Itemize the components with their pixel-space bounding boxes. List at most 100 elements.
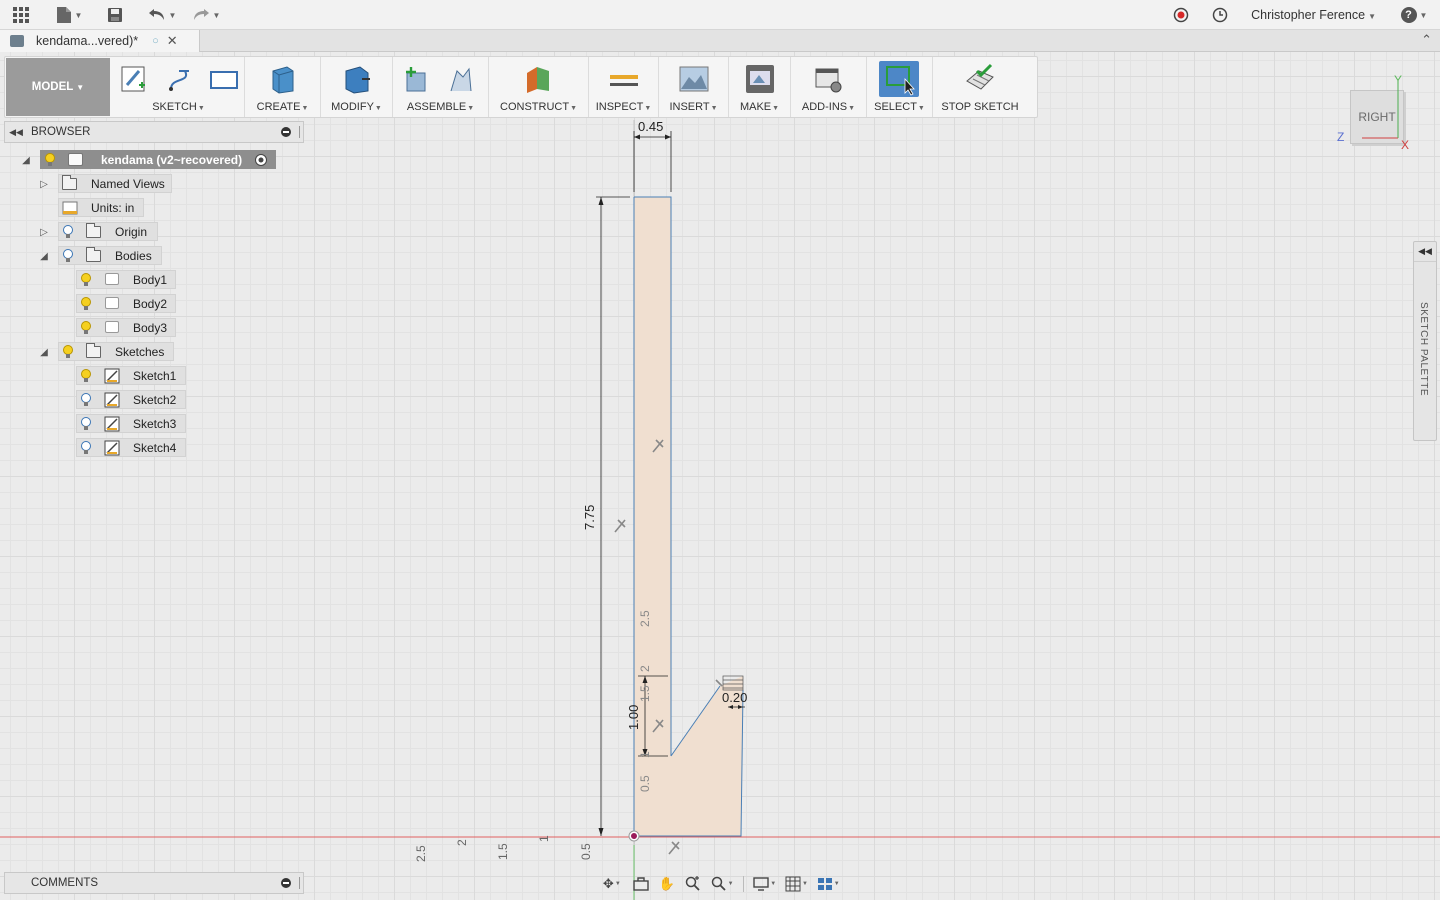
workspace-switcher[interactable]: MODEL ▼ [6, 58, 110, 116]
sketch-palette-label: SKETCH PALETTE [1418, 302, 1429, 397]
axis-x-label: X [1401, 138, 1410, 152]
pan-icon[interactable]: ✋ [656, 874, 678, 894]
extrude-icon[interactable] [267, 63, 297, 95]
ruler-v-label: 2.5 [638, 610, 652, 627]
expand-sketches-icon[interactable]: ◢ [38, 346, 50, 358]
tree-sketch-item[interactable]: Sketch2 [76, 390, 186, 409]
lightbulb-icon[interactable] [80, 297, 92, 311]
lightbulb-icon[interactable] [80, 369, 92, 383]
add-comment-icon[interactable] [281, 878, 291, 888]
expand-root-icon[interactable]: ◢ [20, 154, 32, 166]
new-component-icon[interactable] [401, 63, 431, 95]
look-at-icon[interactable] [630, 874, 652, 894]
modify-group-label: MODIFY [331, 101, 374, 113]
lightbulb-off-icon[interactable] [80, 417, 92, 431]
dim-tip-width-label: 0.20 [722, 690, 747, 705]
lightbulb-icon[interactable] [44, 153, 56, 167]
line-tool-icon[interactable] [165, 63, 195, 95]
addins-group[interactable]: ADD-INS▼ [791, 57, 867, 117]
sketch-icon [104, 440, 120, 456]
expand-palette-icon[interactable]: ◀◀ [1414, 242, 1436, 262]
tree-sketches[interactable]: Sketches [58, 342, 174, 361]
insert-image-icon[interactable] [679, 63, 709, 95]
inspect-group[interactable]: INSPECT▼ [589, 57, 659, 117]
orbit-icon[interactable]: ✥ ▼ [598, 874, 626, 894]
viewports-icon[interactable]: ▼ [814, 874, 842, 894]
sketch-label: Sketch2 [133, 392, 177, 407]
browser-title: BROWSER [31, 126, 91, 138]
tree-sketch-item[interactable]: Sketch3 [76, 414, 186, 433]
offset-plane-icon[interactable] [523, 63, 553, 95]
body-icon [105, 273, 119, 285]
ruler-v-label: 1 [638, 751, 652, 758]
expand-origin-icon[interactable]: ▷ [38, 226, 50, 238]
insert-group[interactable]: INSERT▼ [659, 57, 729, 117]
stop-sketch-group[interactable]: STOP SKETCH [933, 57, 1027, 117]
activate-radio-icon[interactable] [254, 153, 268, 167]
lightbulb-off-icon[interactable] [80, 441, 92, 455]
lightbulb-off-icon[interactable] [62, 225, 74, 239]
lightbulb-off-icon[interactable] [80, 393, 92, 407]
make-group-label: MAKE [739, 101, 772, 113]
sketch-icon [104, 416, 120, 432]
dim-height-total-label: 7.75 [582, 505, 597, 530]
body-icon [105, 321, 119, 333]
scripts-addins-icon[interactable] [814, 63, 844, 95]
3d-print-icon[interactable] [745, 63, 775, 95]
ruler-h-label: 2.5 [414, 845, 428, 862]
ruler-h-label: 2 [455, 839, 469, 846]
addins-group-label: ADD-INS [801, 101, 848, 113]
axis-z-label: Z [1337, 130, 1345, 144]
tree-sketch-item[interactable]: Sketch4 [76, 438, 186, 457]
expand-named-views-icon[interactable]: ▷ [38, 178, 50, 190]
construct-group-label: CONSTRUCT [500, 101, 570, 113]
stop-sketch-icon[interactable] [965, 63, 995, 95]
press-pull-icon[interactable] [342, 63, 372, 95]
create-sketch-icon[interactable] [119, 63, 149, 95]
dim-notch-height-label: 1.00 [626, 705, 641, 730]
comments-header[interactable]: COMMENTS [4, 872, 304, 894]
document-icon [68, 153, 83, 166]
sketch-palette[interactable]: ◀◀ SKETCH PALETTE [1413, 241, 1437, 441]
display-settings-icon[interactable]: ▼ [751, 874, 779, 894]
inspect-group-label: INSPECT [595, 101, 644, 113]
tree-sketch-item[interactable]: Sketch1 [76, 366, 186, 385]
measure-icon[interactable] [609, 63, 639, 95]
joint-icon[interactable] [445, 63, 475, 95]
modify-group[interactable]: MODIFY▼ [321, 57, 393, 117]
construct-group[interactable]: CONSTRUCT▼ [489, 57, 589, 117]
collapse-browser-icon[interactable]: ◀◀ [5, 127, 27, 138]
select-tool-active[interactable] [879, 61, 919, 97]
assemble-group[interactable]: ASSEMBLE▼ [393, 57, 489, 117]
grid-settings-icon[interactable]: ▼ [783, 874, 811, 894]
lightbulb-icon[interactable] [80, 321, 92, 335]
dimension-height-total [596, 196, 630, 836]
create-group-label: CREATE [256, 101, 301, 113]
browser-header[interactable]: ◀◀ BROWSER [4, 121, 304, 143]
folder-icon [86, 223, 101, 238]
dim-width-top-label: 0.45 [638, 119, 663, 134]
select-group[interactable]: SELECT▼ [867, 57, 933, 117]
expand-bodies-icon[interactable]: ◢ [38, 250, 50, 262]
named-views-label: Named Views [91, 176, 165, 191]
sketch-group[interactable]: SKETCH▼ [113, 57, 245, 117]
create-group[interactable]: CREATE▼ [245, 57, 321, 117]
zoom-window-icon[interactable]: ▼ [708, 874, 736, 894]
rectangle-tool-icon[interactable] [209, 63, 239, 95]
ruler-h-label: 0.5 [579, 843, 593, 860]
body-label: Body1 [133, 272, 168, 287]
browser-resize-handle[interactable] [299, 126, 300, 138]
ruler-v-label: 0.5 [638, 775, 652, 792]
comments-resize-handle[interactable] [299, 877, 300, 889]
lightbulb-icon[interactable] [62, 345, 74, 359]
lightbulb-icon[interactable] [80, 273, 92, 287]
ruler-v-label: 1.5 [638, 685, 652, 702]
main-toolbar: MODEL ▼ SKETCH▼ CREATE▼ MODIFY▼ ASSEMBLE▼… [4, 56, 1038, 118]
make-group[interactable]: MAKE▼ [729, 57, 791, 117]
zoom-icon[interactable] [682, 874, 704, 894]
sketches-label: Sketches [115, 344, 165, 359]
body-label: Body2 [133, 296, 168, 311]
browser-minimize-icon[interactable] [281, 127, 291, 137]
ruler-v-label: 2 [638, 665, 652, 672]
lightbulb-off-icon[interactable] [62, 249, 74, 263]
